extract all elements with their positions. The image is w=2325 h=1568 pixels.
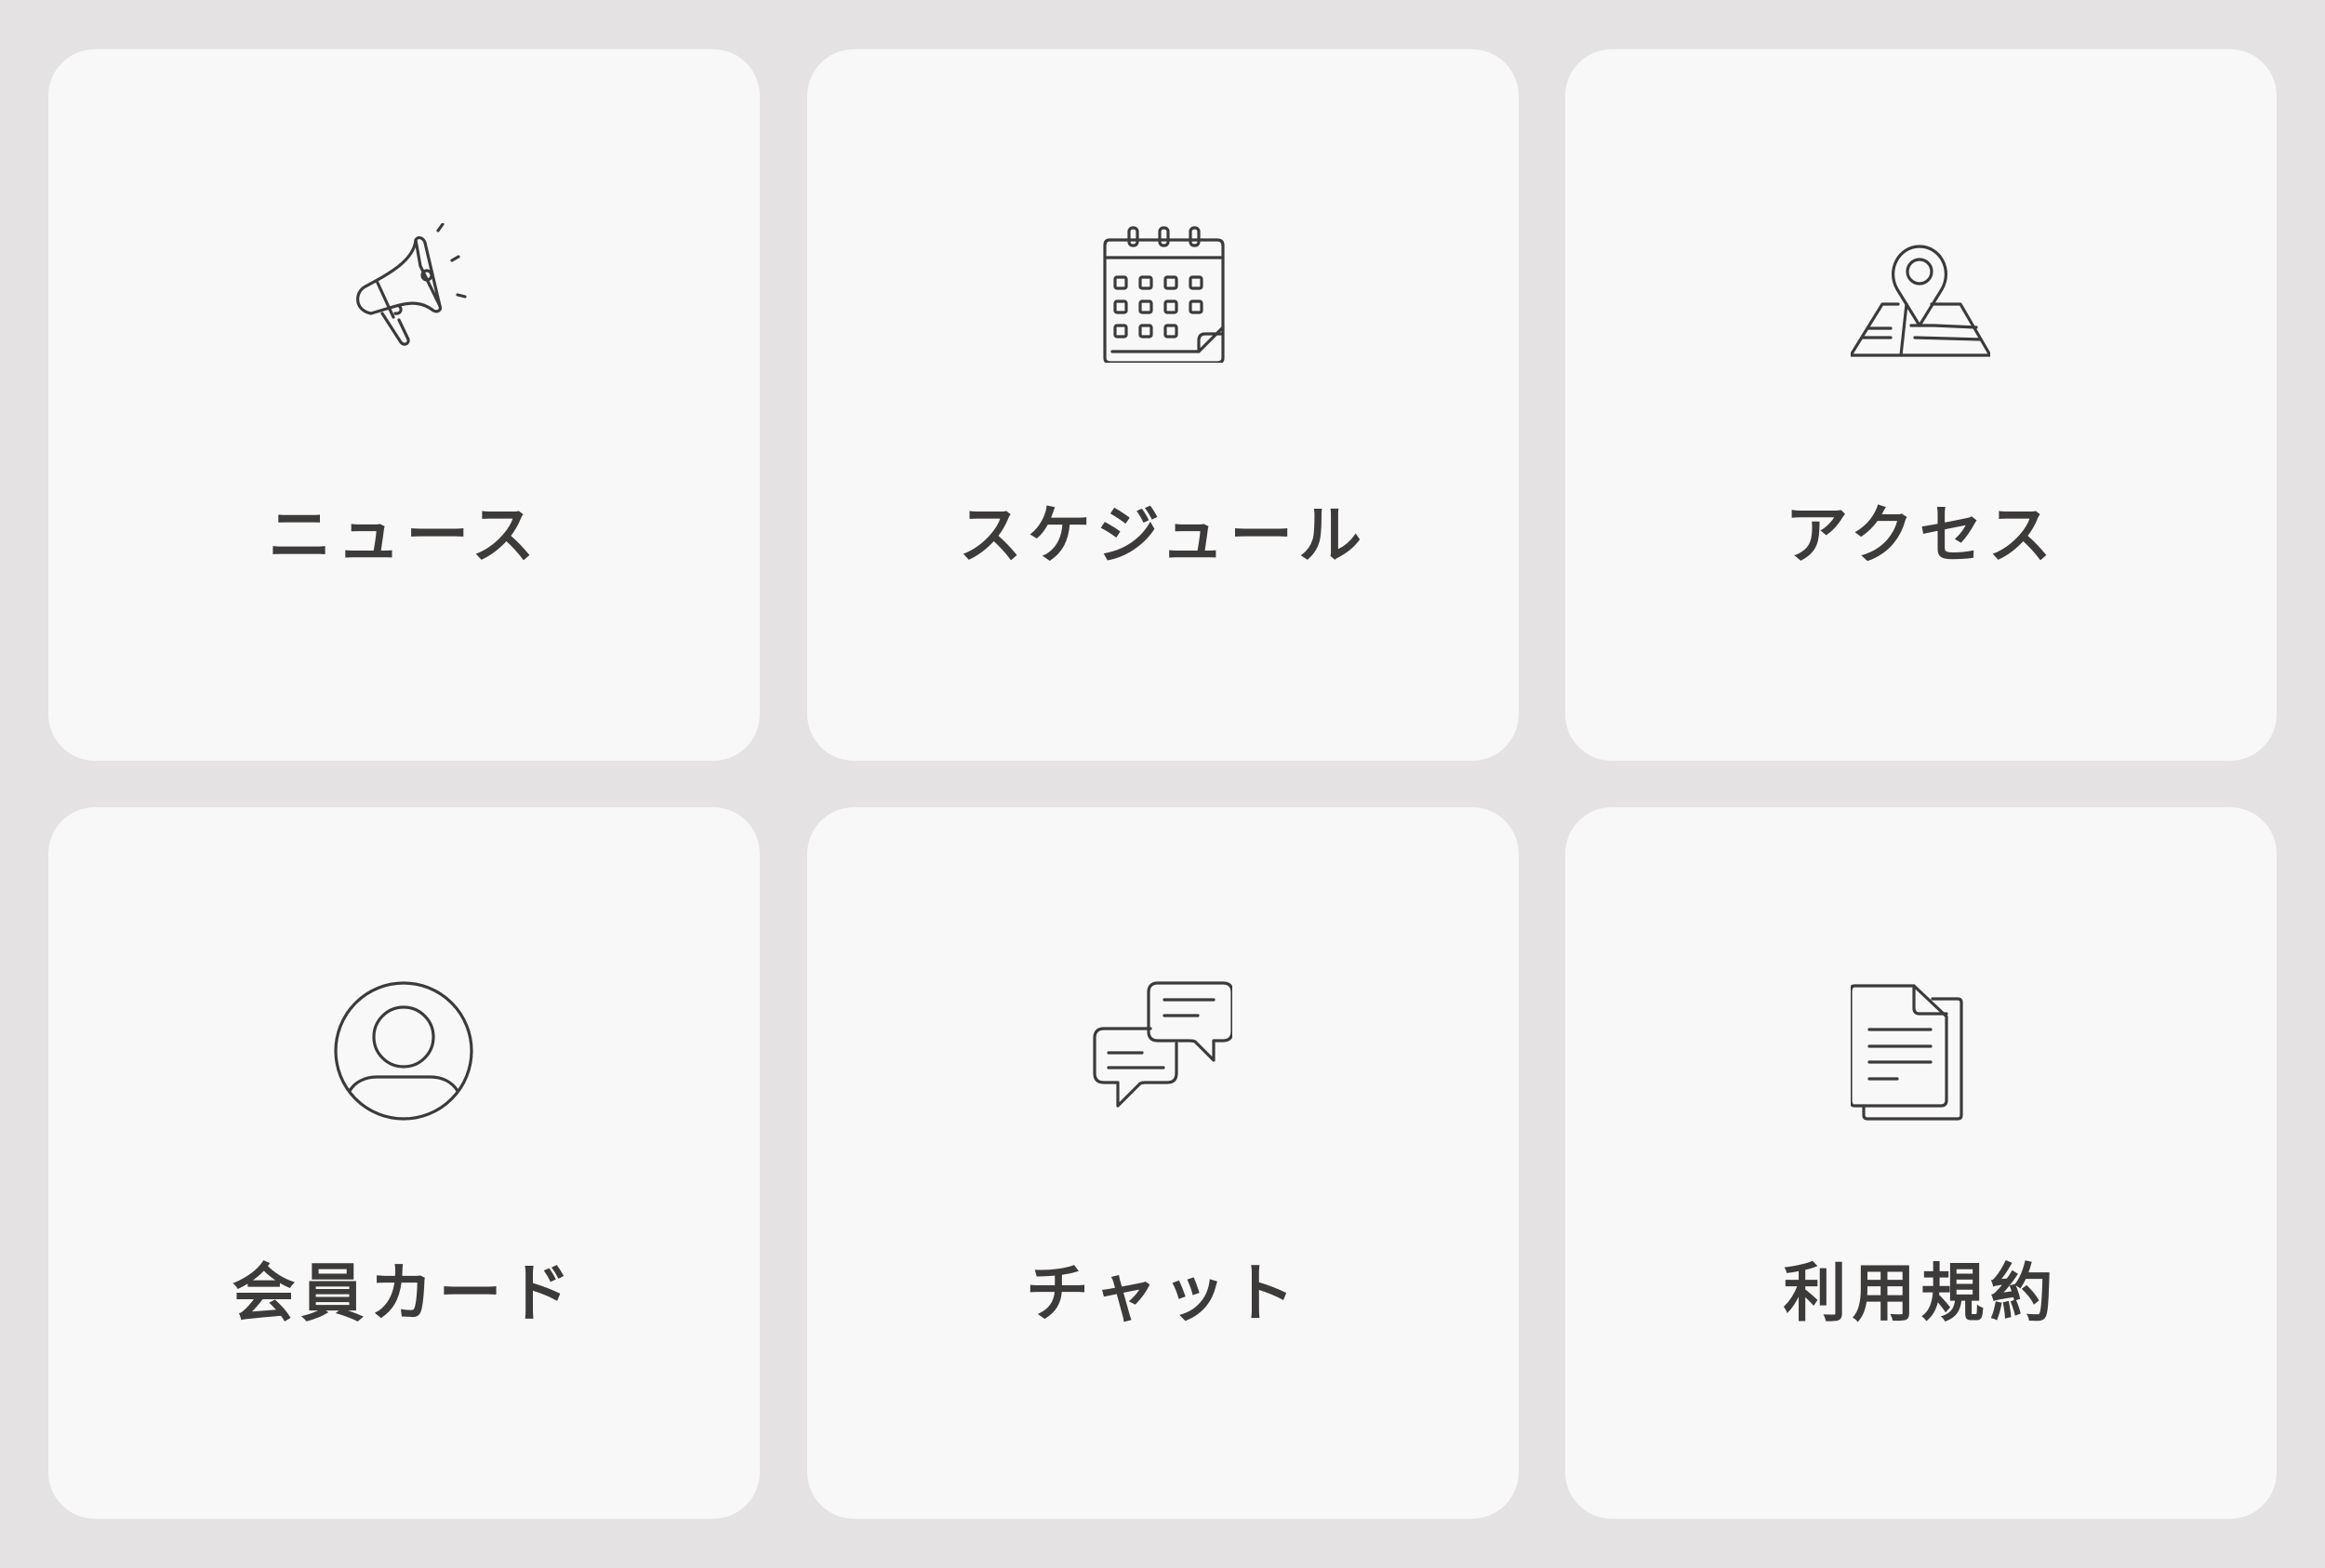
chat-label: チャット [1025, 1257, 1301, 1331]
chat-bubbles-icon [1093, 981, 1232, 1121]
calendar-icon [1093, 223, 1232, 363]
member-card-label: 会員カード [232, 1257, 577, 1331]
member-card-tile[interactable]: 会員カード [48, 807, 760, 1519]
user-circle-icon [334, 981, 473, 1121]
map-pin-icon [1851, 223, 1990, 363]
news-label: ニュース [268, 499, 540, 573]
megaphone-icon [334, 223, 473, 363]
news-tile[interactable]: ニュース [48, 49, 760, 761]
chat-tile[interactable]: チャット [807, 807, 1519, 1519]
access-tile[interactable]: アクセス [1565, 49, 2277, 761]
access-label: アクセス [1785, 499, 2057, 573]
schedule-tile[interactable]: スケジュール [807, 49, 1519, 761]
menu-grid: ニュース スケジュール アクセス 会員カード チャット 利用規約 [0, 0, 2325, 1568]
schedule-label: スケジュール [958, 499, 1368, 573]
terms-tile[interactable]: 利用規約 [1565, 807, 2277, 1519]
terms-label: 利用規約 [1783, 1257, 2059, 1331]
document-icon [1851, 981, 1990, 1121]
